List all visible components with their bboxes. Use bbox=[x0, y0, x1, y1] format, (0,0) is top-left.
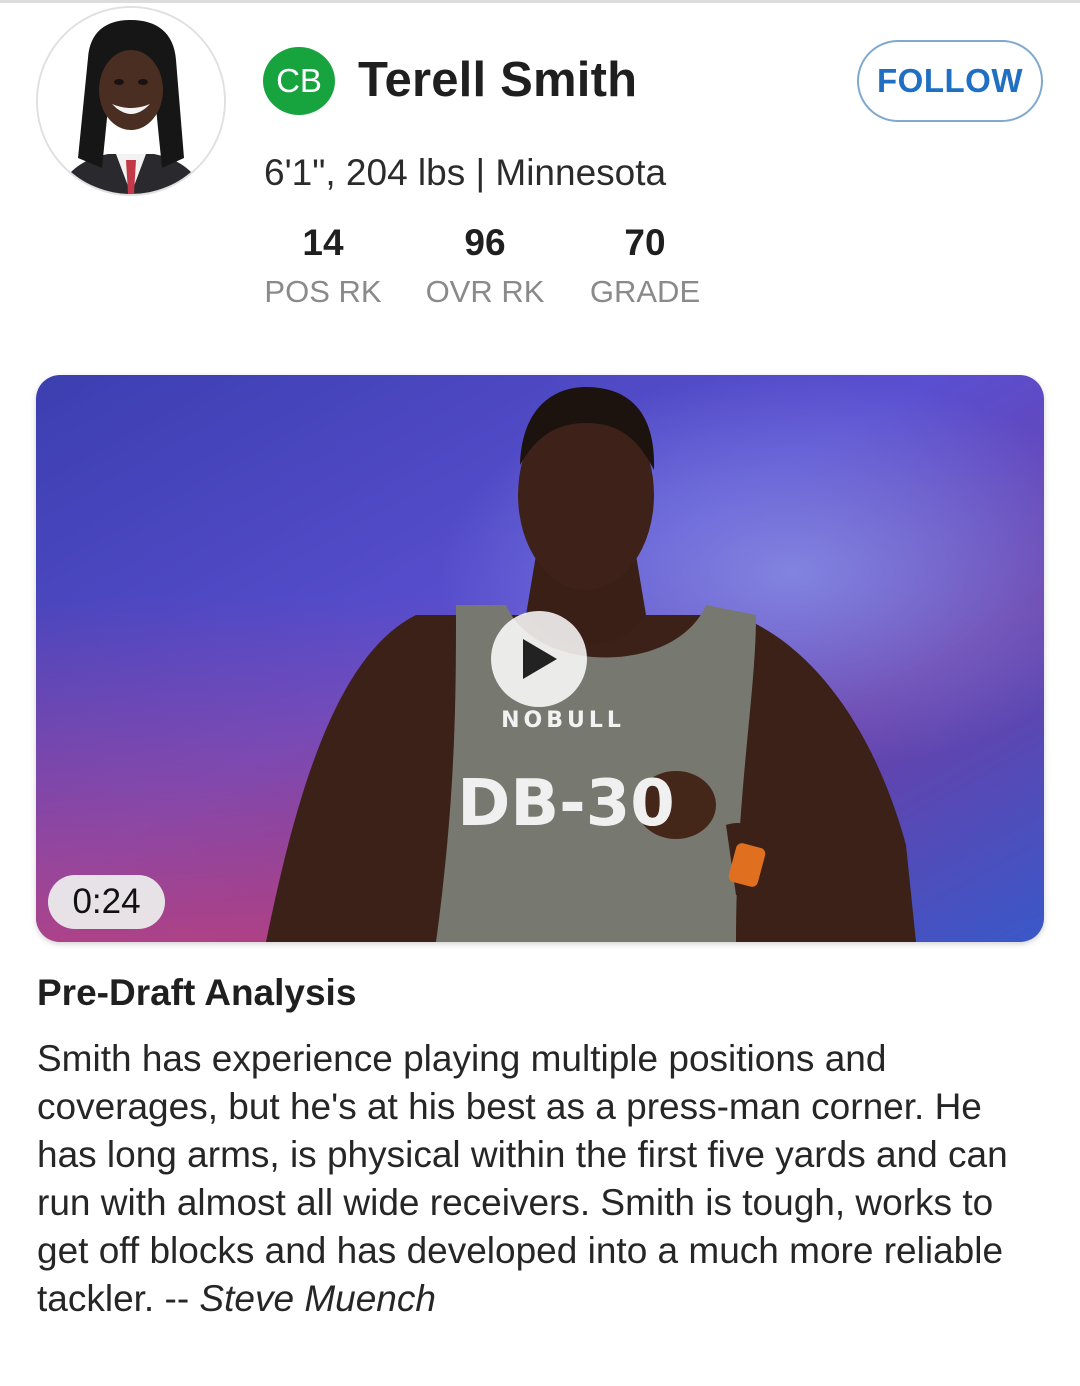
stat-label: OVR RK bbox=[425, 274, 545, 309]
video-duration: 0:24 bbox=[48, 875, 165, 929]
top-divider bbox=[0, 0, 1080, 3]
analysis-author: Steve Muench bbox=[199, 1278, 436, 1319]
player-avatar bbox=[36, 6, 226, 196]
stat-value: 70 bbox=[624, 222, 666, 263]
analysis-body: Smith has experience playing multiple po… bbox=[37, 1035, 1047, 1323]
player-name: Terell Smith bbox=[358, 53, 638, 107]
position-badge: CB bbox=[263, 47, 335, 115]
jersey-number: DB-30 bbox=[457, 767, 675, 841]
jersey-brand: NOBULL bbox=[501, 708, 625, 733]
video-thumbnail[interactable]: NOBULL DB-30 0:24 bbox=[36, 375, 1044, 942]
stat-label: GRADE bbox=[589, 274, 701, 309]
stat-overall-rank: 96 OVR RK bbox=[424, 222, 546, 310]
stat-grade: 70 GRADE bbox=[584, 222, 706, 310]
follow-button[interactable]: FOLLOW bbox=[857, 40, 1043, 122]
stat-position-rank: 14 POS RK bbox=[262, 222, 384, 310]
play-icon[interactable] bbox=[491, 611, 587, 707]
analysis-text: Smith has experience playing multiple po… bbox=[37, 1038, 1008, 1319]
analysis-title: Pre-Draft Analysis bbox=[37, 972, 357, 1013]
stat-value: 96 bbox=[464, 222, 506, 263]
stat-label: POS RK bbox=[264, 274, 382, 309]
stat-value: 14 bbox=[302, 222, 344, 263]
player-bio: 6'1", 204 lbs | Minnesota bbox=[264, 152, 667, 193]
